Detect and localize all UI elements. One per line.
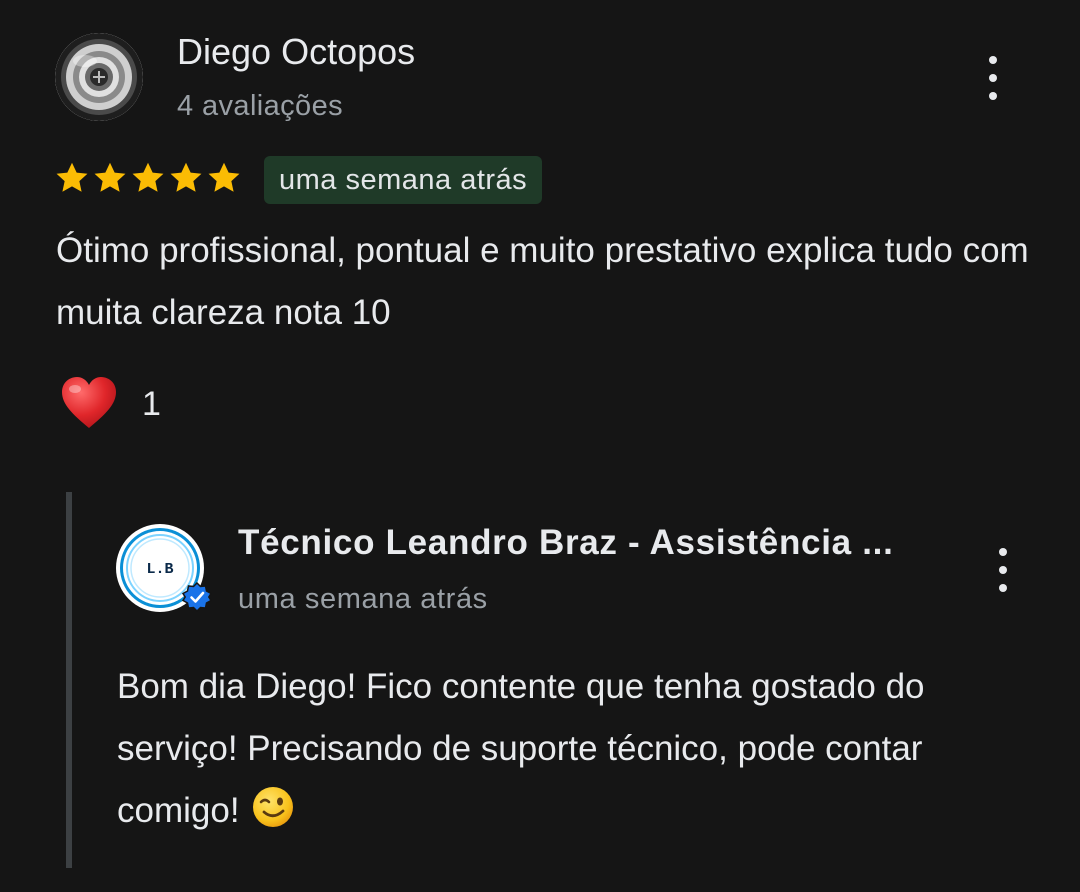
star-icon	[170, 162, 202, 192]
reviewer-review-count: 4 avaliações	[177, 90, 344, 122]
more-vertical-icon-dot	[989, 74, 997, 82]
more-vertical-icon	[999, 548, 1007, 556]
review-more-options-button[interactable]	[978, 52, 1008, 104]
star-rating	[54, 160, 242, 196]
more-vertical-icon-dot	[989, 92, 997, 100]
owner-avatar[interactable]: L.B	[116, 524, 212, 612]
review-time-chip: uma semana atrás	[264, 156, 543, 204]
star-icon	[132, 162, 164, 192]
heart-reaction-button[interactable]	[60, 376, 118, 430]
reply-text: Bom dia Diego! Fico contente que tenha g…	[117, 667, 925, 830]
verified-badge-icon	[182, 582, 212, 612]
more-vertical-icon-dot	[999, 584, 1007, 592]
owner-avatar-text: L.B	[146, 561, 173, 578]
star-icon	[56, 162, 88, 192]
heart-icon	[62, 377, 116, 428]
more-vertical-icon	[989, 56, 997, 64]
winking-face-icon	[252, 787, 293, 827]
reply-divider-bar	[66, 492, 72, 868]
reviewer-avatar-image	[55, 33, 143, 121]
reply-text-container: Bom dia Diego! Fico contente que tenha g…	[117, 656, 1017, 842]
reviewer-name[interactable]: Diego Octopos	[177, 31, 415, 73]
review-text: Ótimo profissional, pontual e muito pres…	[56, 231, 1029, 332]
owner-name[interactable]: Técnico Leandro Braz - Assistência ...	[238, 523, 938, 563]
more-vertical-icon-dot	[999, 566, 1007, 574]
reviewer-avatar[interactable]	[55, 33, 143, 121]
reply-more-options-button[interactable]	[988, 544, 1018, 596]
star-icon	[94, 162, 126, 192]
reaction-count: 1	[142, 385, 161, 423]
reply-time: uma semana atrás	[238, 583, 488, 615]
star-icon	[208, 162, 240, 192]
